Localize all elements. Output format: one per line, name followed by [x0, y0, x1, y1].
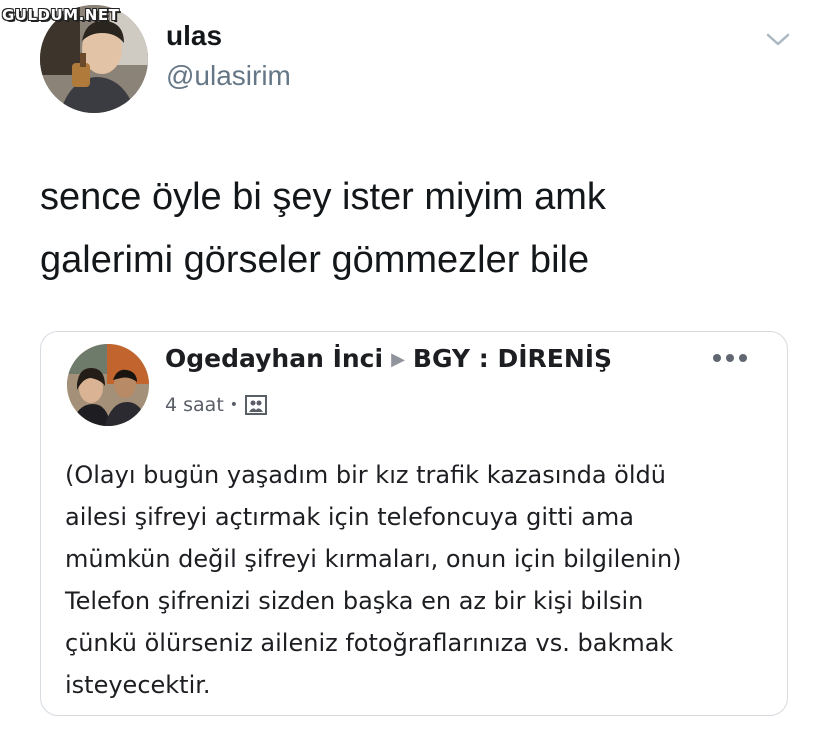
post-body-line: (Olayı bugün yaşadım bir kız trafik kaza… [65, 461, 666, 489]
tweet-text-line: sence öyle bi şey ister miyim amk [40, 176, 606, 218]
post-body-line: mümkün değil şifreyi kırmaları, onun içi… [65, 545, 682, 573]
post-meta: 4 saat • [165, 394, 268, 416]
post-body: (Olayı bugün yaşadım bir kız trafik kaza… [65, 454, 775, 706]
dot [726, 354, 734, 362]
post-body-line: Telefon şifrenizi sizden başka en az bir… [65, 587, 644, 615]
post-author-name[interactable]: Ogedayhan İnci [165, 344, 383, 373]
post-body-line: çünkü ölürseniz aileniz fotoğraflarınıza… [65, 629, 674, 657]
post-timestamp[interactable]: 4 saat [165, 394, 224, 416]
tweet-text-line: galerimi görseler gömmezler bile [40, 239, 590, 281]
dot [739, 354, 747, 362]
chevron-down-icon[interactable] [764, 30, 792, 50]
author-photo [67, 344, 149, 426]
watermark-logo: GULDUM.NET [2, 6, 120, 24]
post-body-line: isteyecektir. [65, 671, 211, 699]
photo-icon [245, 395, 268, 415]
user-display-name[interactable]: ulas [166, 20, 222, 52]
dot [713, 354, 721, 362]
user-handle[interactable]: @ulasirim [166, 60, 291, 92]
arrow-right-icon: ▶ [391, 349, 405, 370]
tweet-text: sence öyle bi şey ister miyim amk galeri… [40, 166, 800, 292]
separator-dot: • [229, 397, 239, 413]
post-header: Ogedayhan İnci ▶ BGY : DİRENİŞ [165, 344, 612, 373]
post-author-avatar[interactable] [67, 344, 149, 426]
embedded-screenshot-card: Ogedayhan İnci ▶ BGY : DİRENİŞ 4 saat • (O… [40, 331, 788, 716]
more-horizontal-icon[interactable] [713, 350, 753, 366]
post-group-name[interactable]: BGY : DİRENİŞ [413, 344, 612, 373]
post-body-line: ailesi şifreyi açtırmak için telefoncuya… [65, 503, 634, 531]
